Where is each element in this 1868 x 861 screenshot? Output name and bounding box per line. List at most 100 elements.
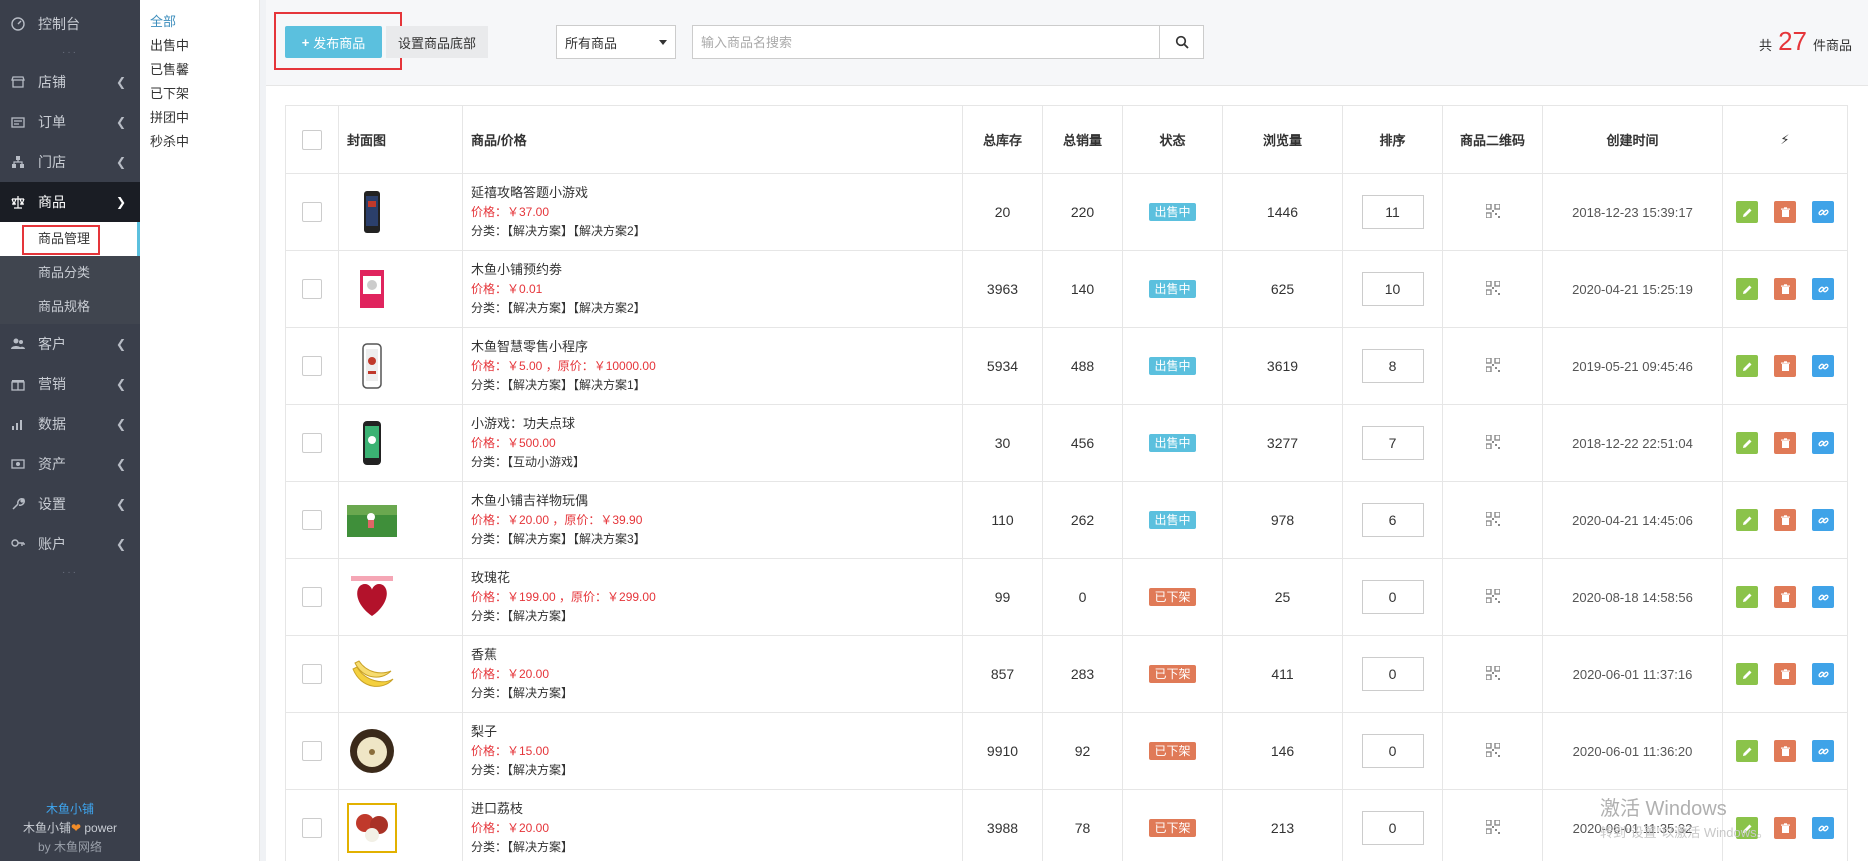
shop-icon xyxy=(10,74,26,90)
chevron-left-icon: ❮ xyxy=(115,457,126,471)
qrcode-icon[interactable] xyxy=(1485,588,1500,603)
sort-input[interactable] xyxy=(1361,734,1424,768)
sort-input[interactable] xyxy=(1361,349,1424,383)
search-input[interactable] xyxy=(692,25,1160,59)
copy-link-button[interactable] xyxy=(1812,509,1834,531)
sort-input[interactable] xyxy=(1361,426,1424,460)
goods-name: 梨子 xyxy=(471,724,498,739)
filter-on-sale[interactable]: 出售中 xyxy=(140,34,259,58)
sort-input[interactable] xyxy=(1361,811,1424,845)
row-checkbox[interactable] xyxy=(302,510,322,530)
delete-button[interactable] xyxy=(1774,663,1796,685)
sort-input[interactable] xyxy=(1361,272,1424,306)
order-icon xyxy=(10,114,26,130)
delete-button[interactable] xyxy=(1774,586,1796,608)
qrcode-icon[interactable] xyxy=(1485,819,1500,834)
sidebar-item-label: 商品 xyxy=(38,194,66,210)
filter-group-buy[interactable]: 拼团中 xyxy=(140,106,259,130)
sidebar-item-order[interactable]: 订单 ❮ xyxy=(0,102,140,142)
sidebar-item-dashboard[interactable]: 控制台 xyxy=(0,4,140,44)
publish-goods-button[interactable]: + 发布商品 xyxy=(285,26,382,58)
sort-input[interactable] xyxy=(1361,195,1424,229)
sidebar-subitem-goods-spec[interactable]: 商品规格 xyxy=(0,290,140,324)
qrcode-icon[interactable] xyxy=(1485,280,1500,295)
sidebar-item-data[interactable]: 数据 ❮ xyxy=(0,404,140,444)
header-select-all xyxy=(285,105,339,174)
edit-button[interactable] xyxy=(1736,740,1758,762)
sidebar-subitem-goods-manage[interactable]: 商品管理 xyxy=(0,222,140,256)
edit-button[interactable] xyxy=(1736,509,1758,531)
cell-qrcode xyxy=(1442,173,1543,251)
sidebar-item-goods[interactable]: 商品 ❯ xyxy=(0,182,140,222)
sidebar-item-settings[interactable]: 设置 ❮ xyxy=(0,484,140,524)
row-checkbox[interactable] xyxy=(302,664,322,684)
filter-flash-sale[interactable]: 秒杀中 xyxy=(140,130,259,154)
edit-button[interactable] xyxy=(1736,586,1758,608)
qrcode-icon[interactable] xyxy=(1485,434,1500,449)
cell-views: 1446 xyxy=(1222,173,1343,251)
copy-link-button[interactable] xyxy=(1812,355,1834,377)
qrcode-icon[interactable] xyxy=(1485,203,1500,218)
row-checkbox[interactable] xyxy=(302,356,322,376)
set-goods-footer-button[interactable]: 设置商品底部 xyxy=(386,26,488,58)
copy-link-button[interactable] xyxy=(1812,201,1834,223)
brand-name: 木鱼小铺 xyxy=(45,802,94,816)
sort-input[interactable] xyxy=(1361,503,1424,537)
goods-cover-image xyxy=(347,187,397,237)
goods-cover-image xyxy=(347,803,397,853)
delete-button[interactable] xyxy=(1774,201,1796,223)
edit-button[interactable] xyxy=(1736,432,1758,454)
filter-off-shelf[interactable]: 已下架 xyxy=(140,82,259,106)
copy-link-button[interactable] xyxy=(1812,586,1834,608)
edit-button[interactable] xyxy=(1736,201,1758,223)
cell-sales: 456 xyxy=(1042,404,1123,482)
row-checkbox[interactable] xyxy=(302,202,322,222)
qrcode-icon[interactable] xyxy=(1485,665,1500,680)
sidebar-item-store[interactable]: 门店 ❮ xyxy=(0,142,140,182)
delete-button[interactable] xyxy=(1774,278,1796,300)
sidebar-item-shop[interactable]: 店铺 ❮ xyxy=(0,62,140,102)
sort-input[interactable] xyxy=(1361,657,1424,691)
cell-goods: 玫瑰花 价格：￥199.00 ，原价：￥299.00 分类：【解决方案】 xyxy=(462,558,963,636)
copy-link-button[interactable] xyxy=(1812,432,1834,454)
delete-button[interactable] xyxy=(1774,355,1796,377)
goods-price: 价格：￥15.00 xyxy=(471,744,550,758)
edit-button[interactable] xyxy=(1736,278,1758,300)
row-checkbox[interactable] xyxy=(302,279,322,299)
row-checkbox[interactable] xyxy=(302,818,322,838)
delete-button[interactable] xyxy=(1774,509,1796,531)
row-checkbox[interactable] xyxy=(302,433,322,453)
qrcode-icon[interactable] xyxy=(1485,357,1500,372)
chevron-left-icon: ❮ xyxy=(115,417,126,431)
sidebar-item-customer[interactable]: 客户 ❮ xyxy=(0,324,140,364)
delete-button[interactable] xyxy=(1774,432,1796,454)
copy-link-button[interactable] xyxy=(1812,663,1834,685)
row-checkbox[interactable] xyxy=(302,587,322,607)
delete-button[interactable] xyxy=(1774,817,1796,839)
qrcode-icon[interactable] xyxy=(1485,742,1500,757)
sidebar-item-account[interactable]: 账户 ❮ xyxy=(0,524,140,564)
copy-link-button[interactable] xyxy=(1812,278,1834,300)
filter-sold-out[interactable]: 已售馨 xyxy=(140,58,259,82)
delete-button[interactable] xyxy=(1774,740,1796,762)
copy-link-button[interactable] xyxy=(1812,817,1834,839)
goods-type-select[interactable]: 所有商品 xyxy=(556,25,676,59)
select-all-checkbox[interactable] xyxy=(302,129,322,150)
status-badge: 出售中 xyxy=(1149,357,1196,375)
qrcode-icon[interactable] xyxy=(1485,511,1500,526)
sidebar-item-marketing[interactable]: 营销 ❮ xyxy=(0,364,140,404)
sidebar-subitem-goods-category[interactable]: 商品分类 xyxy=(0,256,140,290)
trash-icon xyxy=(1780,591,1790,602)
link-icon xyxy=(1817,440,1829,446)
row-checkbox[interactable] xyxy=(302,741,322,761)
cell-sales: 78 xyxy=(1042,789,1123,861)
search-button[interactable] xyxy=(1159,25,1204,59)
cell-status: 出售中 xyxy=(1122,250,1223,328)
sidebar-item-asset[interactable]: 资产 ❮ xyxy=(0,444,140,484)
sort-input[interactable] xyxy=(1361,580,1424,614)
edit-button[interactable] xyxy=(1736,663,1758,685)
copy-link-button[interactable] xyxy=(1812,740,1834,762)
filter-all[interactable]: 全部 xyxy=(140,10,259,34)
goods-name: 香蕉 xyxy=(471,647,498,662)
edit-button[interactable] xyxy=(1736,355,1758,377)
